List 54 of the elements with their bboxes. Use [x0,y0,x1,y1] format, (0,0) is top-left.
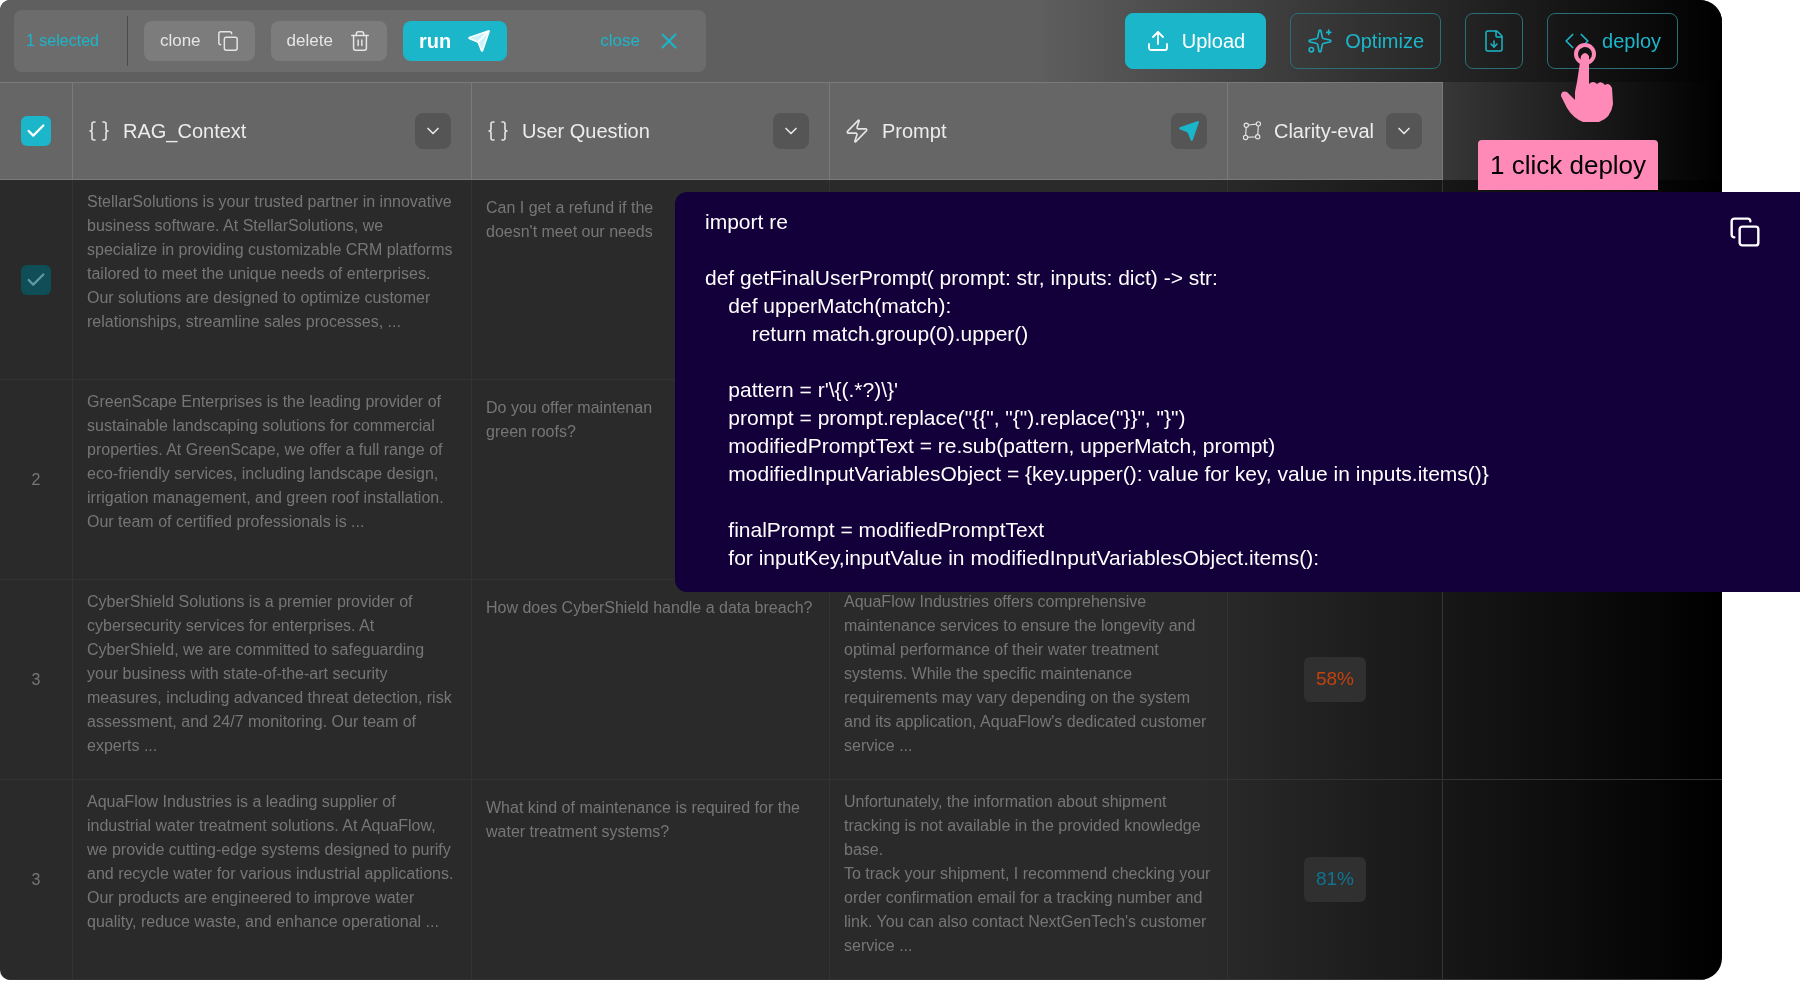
question-text: green roofs? [486,422,576,442]
select-all-checkbox[interactable] [21,116,51,146]
code-line: pattern = r'\{(.*?)\}' [727,377,899,403]
send-icon [467,29,492,53]
column-title: RAG_Context [123,119,247,145]
selection-count: 1 selected [26,31,100,51]
copy-icon [1729,216,1761,248]
column-title: Prompt [882,119,947,144]
deploy-tooltip: 1 click deploy [1478,140,1659,190]
row-number: 2 [31,469,41,490]
lightning-icon [844,118,870,144]
code-line: def getFinalUserPrompt( prompt: str, inputs: dict) -> str: [705,265,1218,291]
score-badge: 58% [1304,657,1366,702]
context-text: StellarSolutions is your trusted partner in innovative business software. At StellarSolutions, we specialize in providing customizable CRM platforms tailored to meet the unique needs of enterprises. Our solutions are designed to optimize customer relationships, streamline sales processes, ... [87,192,454,332]
optimize-button[interactable]: Optimize [1290,13,1442,69]
copy-button[interactable] [1729,216,1761,248]
download-button[interactable] [1465,13,1524,69]
trash-icon [348,30,371,52]
code-line: modifiedInputVariablesObject = {key.upper(): value for key, value in inputs.items()} [727,461,1489,487]
column-title: User Question [522,119,650,144]
upload-icon [1145,29,1170,53]
response-text: AquaFlow Industries offers comprehensive maintenance services to ensure the longevity and optimal performance of their water treatment systems. While the specific maintenance requirements may vary depending on the system and its application, AquaFlow's dedicated customer service ... [844,592,1208,756]
question-text: How does CyberShield handle a data breach? [486,598,813,618]
code-line: modifiedPromptText = re.sub(pattern, upperMatch, prompt) [727,433,1276,459]
question-text: doesn't meet our needs [486,222,653,242]
code-line: def upperMatch(match): [727,293,952,319]
code-line: for inputKey,inputValue in modifiedInputVariablesObject.items(): [727,545,1319,571]
clone-button[interactable]: clone [143,21,255,61]
score-badge: 81% [1304,857,1366,902]
row-number: 3 [31,669,41,690]
copy-icon [216,30,239,52]
run-button[interactable]: run [402,21,508,61]
code-line: return match.group(0).upper() [750,321,1029,347]
upload-button[interactable]: Upload [1124,13,1267,69]
question-text: What kind of maintenance is required for the water treatment systems? [486,798,801,842]
row-checkbox[interactable] [21,264,51,295]
context-text: GreenScape Enterprises is the leading provider of sustainable landscaping solutions for commercial properties. At GreenScape, we offer a full range of eco-friendly services, including landscape design, irrigation management, and green roof installation. Our team of certified professionals is ... [87,392,445,532]
braces-icon [486,119,510,143]
code-line: finalPrompt = modifiedPromptText [727,517,1045,543]
braces-icon [87,119,111,143]
column-title: Clarity-eval [1273,119,1374,144]
sparkles-icon [1307,28,1334,54]
send-button[interactable] [1171,113,1207,149]
question-text: Can I get a refund if the [486,198,654,218]
context-text: AquaFlow Industries is a leading supplier of industrial water treatment solutions. At AquaFlow, we provide cutting-edge systems designed to purify and recycle water for various industrial applications. Our products are engineered to improve water quality, reduce waste, and enhance operational ... [87,792,455,932]
question-text: Do you offer maintenan [486,398,653,418]
delete-button[interactable]: delete [270,21,387,61]
close-button[interactable]: close [600,28,682,54]
context-text: CyberShield Solutions is a premier provider of cybersecurity services for enterprises. At CyberShield, we are committed to safeguarding your business with state-of-the-art security measures, including advanced threat detection, risk assessment, and 24/7 monitoring. Our team of experts ... [87,592,453,756]
row-number: 3 [31,869,41,890]
send-icon [1178,120,1200,142]
code-line: prompt = prompt.replace("{{", "{").replace("}}", "}") [727,405,1186,431]
response-text: Unfortunately, the information about shipment tracking is not available in the provided knowledge base. To track your shipment, I recommend checking your order confirmation email for a tracking number and link. You can also contact NextGenTech's customer service ... [844,792,1211,956]
code-line: import re [705,209,788,235]
